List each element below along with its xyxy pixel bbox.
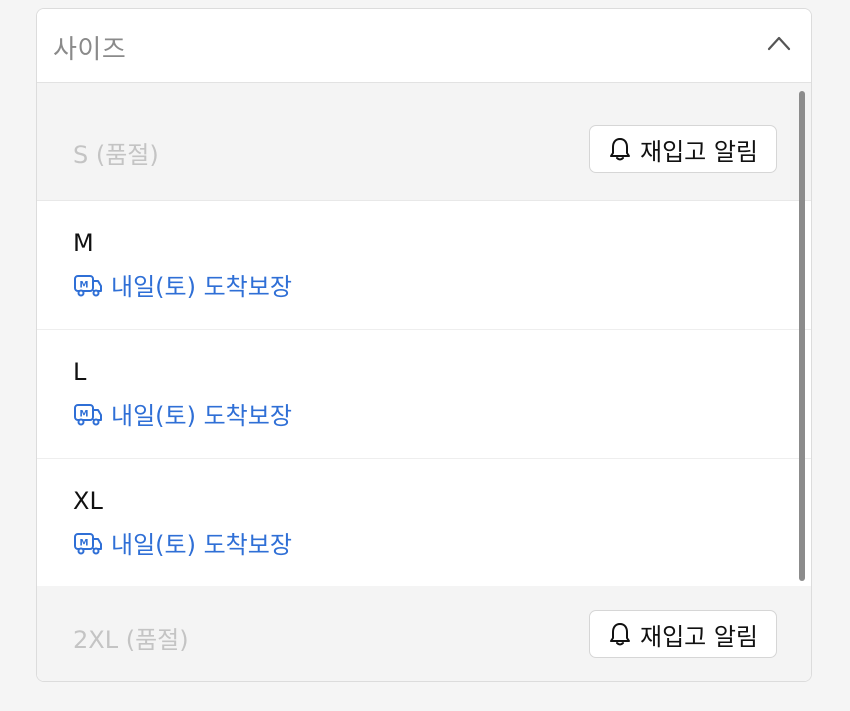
restock-button-label: 재입고 알림 — [639, 137, 759, 166]
delivery-guarantee: M 내일(토) 도착보장 — [73, 267, 292, 302]
size-option-label: M — [73, 229, 94, 257]
delivery-text: 내일(토) 도착보장 — [111, 531, 292, 559]
size-dropdown-header[interactable]: 사이즈 — [37, 9, 811, 83]
size-option-s: S (품절) 재입고 알림 — [37, 101, 811, 201]
size-option-label: 2XL (품절) — [73, 626, 189, 654]
delivery-guarantee: M 내일(토) 도착보장 — [73, 525, 292, 560]
chevron-up-icon[interactable] — [767, 35, 791, 51]
size-dropdown: 사이즈 S (품절) 재입고 알림 M M 내일(토) 도착보장 L M 내일(… — [36, 8, 812, 682]
svg-text:M: M — [80, 409, 89, 419]
size-option-list: S (품절) 재입고 알림 M M 내일(토) 도착보장 L M 내일(토) 도… — [37, 83, 811, 681]
size-option-2xl: 2XL (품절) 재입고 알림 — [37, 586, 811, 681]
delivery-truck-icon: M — [74, 532, 102, 554]
restock-button-label: 재입고 알림 — [639, 622, 759, 651]
size-option-label: S (품절) — [73, 141, 159, 169]
svg-text:M: M — [80, 538, 89, 548]
svg-text:M: M — [80, 280, 89, 290]
restock-alert-button[interactable]: 재입고 알림 — [589, 610, 777, 658]
delivery-text: 내일(토) 도착보장 — [111, 402, 292, 430]
delivery-truck-icon: M — [74, 274, 102, 296]
list-top-gap — [37, 83, 811, 101]
delivery-guarantee: M 내일(토) 도착보장 — [73, 396, 292, 431]
scrollbar[interactable] — [799, 91, 805, 581]
bell-icon — [609, 623, 630, 646]
size-option-label: L — [73, 358, 87, 386]
dropdown-label: 사이즈 — [53, 35, 127, 65]
bell-icon — [609, 138, 630, 161]
delivery-text: 내일(토) 도착보장 — [111, 273, 292, 301]
size-option-m[interactable]: M M 내일(토) 도착보장 — [37, 201, 811, 330]
size-option-label: XL — [73, 487, 103, 515]
restock-alert-button[interactable]: 재입고 알림 — [589, 125, 777, 173]
size-option-xl[interactable]: XL M 내일(토) 도착보장 — [37, 459, 811, 586]
size-option-l[interactable]: L M 내일(토) 도착보장 — [37, 330, 811, 459]
delivery-truck-icon: M — [74, 403, 102, 425]
